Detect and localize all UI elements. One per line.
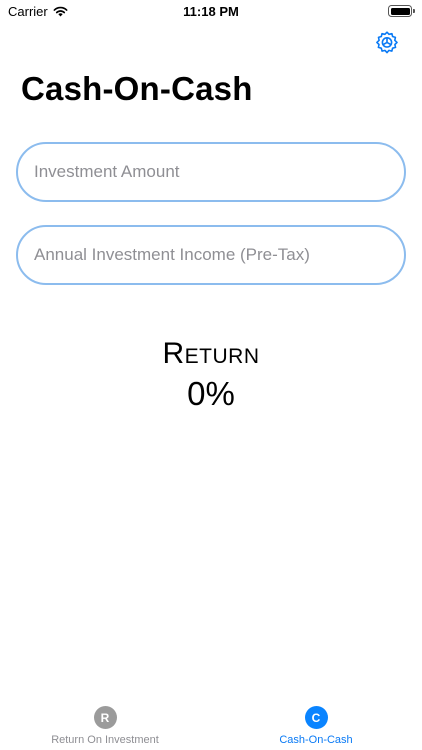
annual-income-input[interactable] bbox=[34, 245, 404, 265]
gear-icon[interactable] bbox=[374, 30, 400, 56]
tab-bar: R Return On Investment C Cash-On-Cash bbox=[0, 700, 422, 750]
tab-label: Return On Investment bbox=[51, 734, 159, 746]
c-circle-icon: C bbox=[304, 706, 328, 729]
status-bar: Carrier 11:18 PM bbox=[0, 0, 422, 24]
annual-income-field[interactable] bbox=[16, 225, 406, 285]
r-circle-icon: R bbox=[93, 706, 117, 729]
status-time: 11:18 PM bbox=[183, 4, 239, 19]
return-label: Return bbox=[162, 337, 260, 370]
tab-return-on-investment[interactable]: R Return On Investment bbox=[30, 706, 180, 746]
return-value: 0% bbox=[187, 375, 235, 412]
page-title: Cash-On-Cash bbox=[21, 70, 253, 107]
tab-cash-on-cash[interactable]: C Cash-On-Cash bbox=[241, 706, 391, 746]
battery-icon bbox=[388, 5, 415, 17]
investment-amount-field[interactable] bbox=[16, 142, 406, 202]
screen: Carrier 11:18 PM Cash-On-Cash Return 0% bbox=[0, 0, 422, 750]
tab-label: Cash-On-Cash bbox=[279, 734, 353, 746]
investment-amount-input[interactable] bbox=[34, 162, 404, 182]
